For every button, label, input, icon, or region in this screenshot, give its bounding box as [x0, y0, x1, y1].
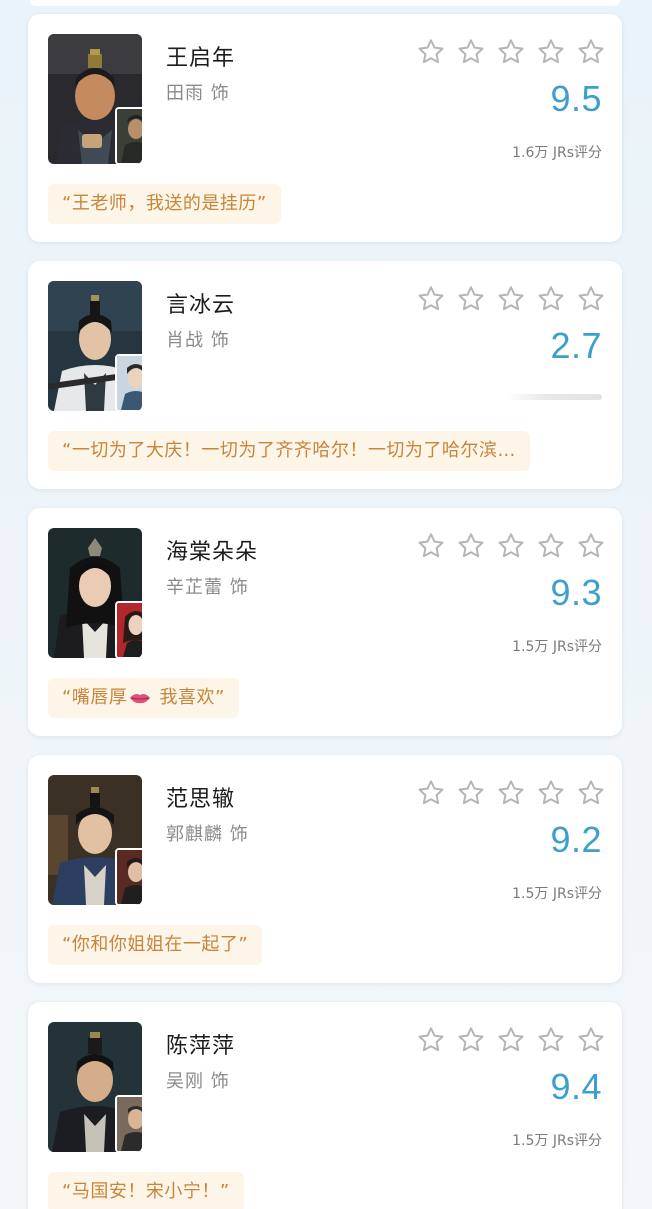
- actor-photo[interactable]: [115, 354, 142, 411]
- star-outline-icon[interactable]: [416, 284, 446, 314]
- character-name: 海棠朵朵: [166, 540, 259, 565]
- ratings-count: 1.5万 JRs评分: [512, 1133, 602, 1149]
- star-outline-icon[interactable]: [416, 778, 446, 808]
- actor-credit: 田雨 饰: [166, 83, 230, 104]
- ratings-count: 1.6万 JRs评分: [512, 145, 602, 161]
- character-poster[interactable]: [48, 1022, 142, 1152]
- star-outline-icon[interactable]: [536, 37, 566, 67]
- character-quote[interactable]: “马国安！宋小宁！”: [48, 1172, 244, 1209]
- character-name: 陈萍萍: [166, 1034, 236, 1059]
- character-name: 范思辙: [166, 787, 236, 812]
- character-poster[interactable]: [48, 775, 142, 905]
- character-quote[interactable]: “王老师，我送的是挂历”: [48, 184, 281, 224]
- actor-photo[interactable]: [115, 848, 142, 905]
- previous-card-edge: [30, 0, 620, 6]
- star-outline-icon[interactable]: [576, 531, 606, 561]
- actor-credit: 郭麒麟 饰: [166, 824, 249, 845]
- star-outline-icon[interactable]: [456, 531, 486, 561]
- star-outline-icon[interactable]: [496, 284, 526, 314]
- actor-credit: 辛芷蕾 饰: [166, 577, 249, 598]
- character-quote[interactable]: “嘴唇厚 我喜欢”: [48, 678, 239, 718]
- star-outline-icon[interactable]: [496, 1025, 526, 1055]
- star-outline-icon[interactable]: [456, 778, 486, 808]
- character-quote[interactable]: “你和你姐姐在一起了”: [48, 925, 263, 965]
- star-outline-icon[interactable]: [496, 37, 526, 67]
- character-card-yanbingyun[interactable]: 言冰云 肖战 饰 2.7 “一切为了大庆！一切为了齐齐哈尔！一切为了哈尔滨…: [28, 261, 622, 489]
- average-score: 2.7: [550, 325, 602, 366]
- actor-photo[interactable]: [115, 601, 142, 658]
- character-card-haitangduoduo[interactable]: 海棠朵朵 辛芷蕾 饰 9.3 1.5万 JRs评分 “嘴唇厚 我喜欢”: [28, 508, 622, 736]
- rating-stars[interactable]: [416, 1025, 606, 1055]
- star-outline-icon[interactable]: [456, 1025, 486, 1055]
- rating-stars[interactable]: [416, 284, 606, 314]
- character-card-fansizhe[interactable]: 范思辙 郭麒麟 饰 9.2 1.5万 JRs评分 “你和你姐姐在一起了”: [28, 755, 622, 983]
- star-outline-icon[interactable]: [536, 778, 566, 808]
- star-outline-icon[interactable]: [416, 1025, 446, 1055]
- quote-text: “嘴唇厚: [62, 687, 128, 708]
- actor-photo[interactable]: [115, 107, 142, 164]
- star-outline-icon[interactable]: [536, 284, 566, 314]
- character-card-wangqinian[interactable]: 王启年 田雨 饰 9.5 1.6万 JRs评分 “王老师，我送的是挂历”: [28, 14, 622, 242]
- average-score: 9.4: [550, 1066, 602, 1107]
- star-outline-icon[interactable]: [576, 37, 606, 67]
- average-score: 9.3: [550, 572, 602, 613]
- star-outline-icon[interactable]: [576, 778, 606, 808]
- star-outline-icon[interactable]: [496, 531, 526, 561]
- ratings-count: 1.5万 JRs评分: [512, 639, 602, 655]
- character-ratings-page: 王启年 田雨 饰 9.5 1.6万 JRs评分 “王老师，我送的是挂历” 言冰云…: [0, 0, 652, 1209]
- actor-credit: 肖战 饰: [166, 330, 230, 351]
- actor-photo[interactable]: [115, 1095, 142, 1152]
- star-outline-icon[interactable]: [416, 531, 446, 561]
- star-outline-icon[interactable]: [496, 778, 526, 808]
- lips-emoji-icon: [130, 694, 151, 704]
- character-quote[interactable]: “一切为了大庆！一切为了齐齐哈尔！一切为了哈尔滨…: [48, 431, 530, 471]
- character-poster[interactable]: [48, 281, 142, 411]
- star-outline-icon[interactable]: [536, 1025, 566, 1055]
- average-score: 9.2: [550, 819, 602, 860]
- rating-stars[interactable]: [416, 531, 606, 561]
- rating-stars[interactable]: [416, 37, 606, 67]
- star-outline-icon[interactable]: [456, 284, 486, 314]
- character-poster[interactable]: [48, 34, 142, 164]
- actor-credit: 吴刚 饰: [166, 1071, 230, 1092]
- character-name: 言冰云: [166, 293, 236, 318]
- star-outline-icon[interactable]: [456, 37, 486, 67]
- character-card-chenpingping[interactable]: 陈萍萍 吴刚 饰 9.4 1.5万 JRs评分 “马国安！宋小宁！”: [28, 1002, 622, 1209]
- character-poster[interactable]: [48, 528, 142, 658]
- rating-stars[interactable]: [416, 778, 606, 808]
- ratings-count: 1.5万 JRs评分: [512, 886, 602, 902]
- ratings-count-obscured: [506, 394, 602, 400]
- character-name: 王启年: [166, 46, 236, 71]
- average-score: 9.5: [550, 78, 602, 119]
- star-outline-icon[interactable]: [576, 1025, 606, 1055]
- star-outline-icon[interactable]: [536, 531, 566, 561]
- star-outline-icon[interactable]: [576, 284, 606, 314]
- quote-text: 我喜欢”: [153, 687, 225, 708]
- star-outline-icon[interactable]: [416, 37, 446, 67]
